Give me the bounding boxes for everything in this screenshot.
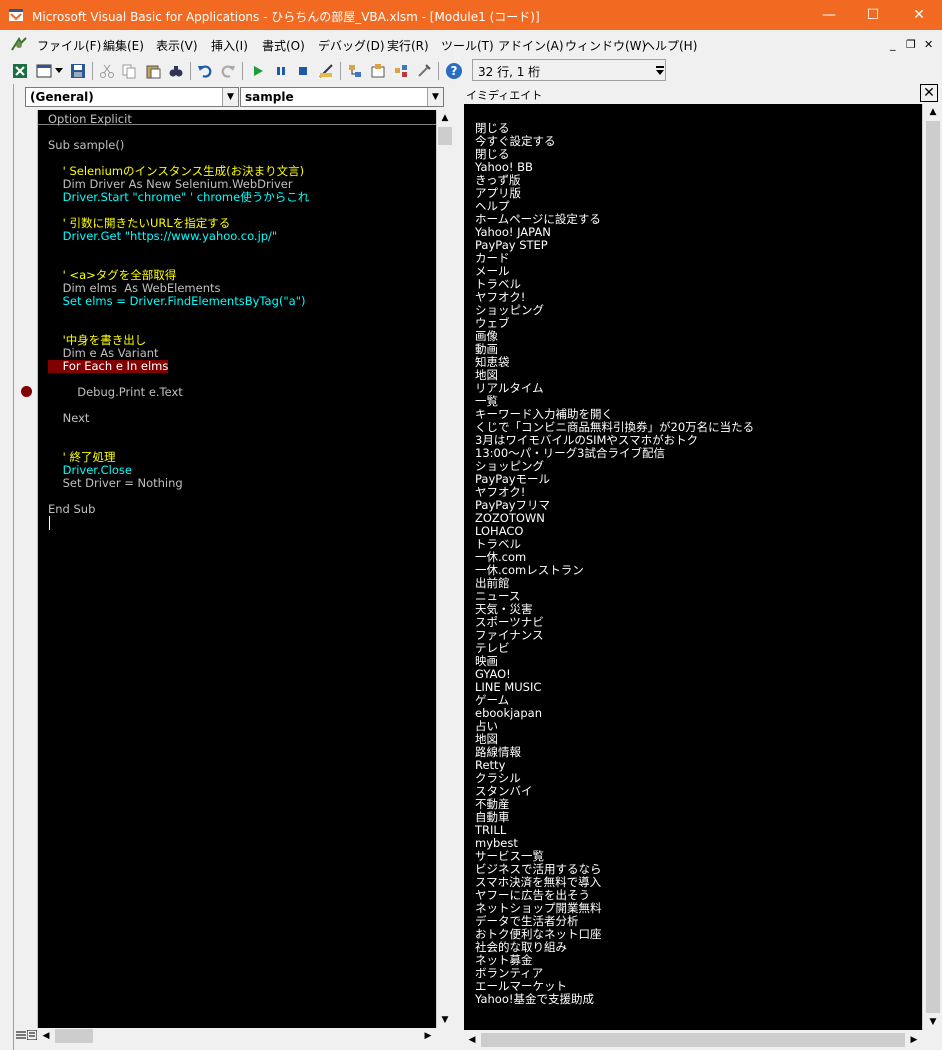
scroll-down-icon[interactable]: ▼ xyxy=(437,1012,453,1028)
breakpoint-margin[interactable] xyxy=(14,110,38,1028)
toolbar-separator xyxy=(438,62,439,80)
code-vertical-scrollbar[interactable]: ▲ ▼ xyxy=(436,110,453,1028)
reset-icon[interactable] xyxy=(293,61,313,81)
copy-icon[interactable] xyxy=(119,61,139,81)
immediate-horizontal-scrollbar[interactable]: ◀ ▶ xyxy=(464,1030,922,1050)
dropdown-arrow-icon[interactable] xyxy=(54,61,64,81)
full-module-view-icon[interactable] xyxy=(26,1028,38,1042)
object-combo-value: (General) xyxy=(30,90,94,104)
immediate-output-line: Yahoo!基金で支援助成 xyxy=(475,992,594,1006)
run-icon[interactable] xyxy=(248,61,268,81)
code-editor[interactable]: Option Explicit Sub sample() ' Seleniumのイ… xyxy=(38,110,436,1028)
menu-help[interactable]: ヘルプ(H) xyxy=(643,37,697,54)
menu-bar: ファイル(F) 編集(E) 表示(V) 挿入(I) 書式(O) デバッグ(D) … xyxy=(0,30,942,58)
immediate-window-header: イミディエイト ✕ xyxy=(464,84,942,104)
title-bar: Microsoft Visual Basic for Applications … xyxy=(0,0,942,30)
menu-tools[interactable]: ツール(T) xyxy=(441,37,494,54)
maximize-button[interactable]: ☐ xyxy=(850,0,896,30)
procedure-combo-value: sample xyxy=(245,90,294,104)
menu-file[interactable]: ファイル(F) xyxy=(37,37,101,54)
left-dock-strip xyxy=(0,84,14,1050)
code-horizontal-scrollbar[interactable]: ◀ ▶ xyxy=(38,1028,436,1044)
close-button[interactable]: ✕ xyxy=(896,0,942,30)
code-window: (General) ▼ sample ▼ Option Explicit Sub … xyxy=(14,84,460,1050)
code-line[interactable]: Next xyxy=(48,412,90,425)
paste-icon[interactable] xyxy=(143,61,163,81)
toolbar-separator xyxy=(92,62,93,80)
menu-edit[interactable]: 編集(E) xyxy=(103,37,144,54)
mdi-close-button[interactable]: ✕ xyxy=(924,38,933,51)
scroll-down-icon[interactable]: ▼ xyxy=(925,1014,941,1030)
text-caret xyxy=(49,516,50,530)
code-line[interactable]: End Sub xyxy=(48,503,95,516)
scroll-thumb[interactable] xyxy=(926,121,940,1013)
scroll-right-icon[interactable]: ▶ xyxy=(906,1032,922,1048)
excel-view-icon[interactable] xyxy=(10,61,30,81)
vba-module-icon[interactable] xyxy=(10,36,28,52)
scroll-thumb[interactable] xyxy=(55,1029,93,1043)
menu-run[interactable]: 実行(R) xyxy=(387,37,429,54)
mdi-restore-button[interactable]: ❐ xyxy=(906,38,916,51)
chevron-down-icon[interactable]: ▼ xyxy=(427,88,443,106)
toolbar-separator xyxy=(242,62,243,80)
immediate-close-button[interactable]: ✕ xyxy=(920,84,938,102)
procedure-view-icon[interactable] xyxy=(16,1028,26,1042)
redo-icon[interactable] xyxy=(218,61,238,81)
immediate-window-title: イミディエイト xyxy=(466,89,543,102)
undo-icon[interactable] xyxy=(195,61,215,81)
code-line-breakpoint[interactable]: For Each e In elms xyxy=(48,360,169,373)
immediate-vertical-scrollbar[interactable]: ▲ ▼ xyxy=(922,104,942,1030)
menu-window[interactable]: ウィンドウ(W) xyxy=(565,37,646,54)
cursor-position-text: 32 行, 1 桁 xyxy=(478,65,541,79)
find-icon[interactable] xyxy=(166,61,186,81)
design-mode-icon[interactable] xyxy=(316,61,336,81)
properties-window-icon[interactable] xyxy=(368,61,388,81)
cursor-position-display: 32 行, 1 桁 xyxy=(472,59,666,81)
chevron-down-icon[interactable]: ▼ xyxy=(222,88,238,106)
code-line[interactable]: Debug.Print e.Text xyxy=(48,386,183,399)
menu-addins[interactable]: アドイン(A) xyxy=(498,37,564,54)
menu-view[interactable]: 表示(V) xyxy=(156,37,198,54)
object-browser-icon[interactable] xyxy=(391,61,411,81)
scroll-left-icon[interactable]: ◀ xyxy=(38,1028,54,1044)
toolbar-overflow-icon[interactable] xyxy=(654,61,666,81)
scroll-right-icon[interactable]: ▶ xyxy=(420,1028,436,1044)
code-line[interactable]: Driver.Start "chrome" ' chrome使うからこれ xyxy=(48,191,310,204)
code-line[interactable]: Driver.Get "https://www.yahoo.co.jp/" xyxy=(48,230,278,243)
cut-icon[interactable] xyxy=(97,61,117,81)
immediate-window-output[interactable]: 閉じる 今すぐ設定する 閉じる Yahoo! BB きっず版 アプリ版 ヘルプ ホームページに… xyxy=(464,104,922,1030)
code-line[interactable]: Set Driver = Nothing xyxy=(48,477,183,490)
vba-app-icon xyxy=(9,9,23,21)
object-combo[interactable]: (General) ▼ xyxy=(25,87,239,107)
save-icon[interactable] xyxy=(68,61,88,81)
menu-debug[interactable]: デバッグ(D) xyxy=(318,37,385,54)
svg-text:?: ? xyxy=(451,64,458,78)
scroll-thumb[interactable] xyxy=(481,1033,905,1047)
toolbar-separator xyxy=(340,62,341,80)
help-icon[interactable]: ? xyxy=(444,61,464,81)
code-line[interactable]: Set elms = Driver.FindElementsByTag("a") xyxy=(48,295,306,308)
procedure-combo[interactable]: sample ▼ xyxy=(240,87,444,107)
scroll-left-icon[interactable]: ◀ xyxy=(464,1032,480,1048)
scroll-thumb[interactable] xyxy=(438,127,452,145)
break-icon[interactable] xyxy=(271,61,291,81)
breakpoint-icon[interactable] xyxy=(21,386,32,397)
toolbox-icon[interactable] xyxy=(414,61,434,81)
insert-userform-icon[interactable] xyxy=(34,61,54,81)
scroll-up-icon[interactable]: ▲ xyxy=(925,104,941,120)
menu-insert[interactable]: 挿入(I) xyxy=(211,37,248,54)
menu-format[interactable]: 書式(O) xyxy=(262,37,305,54)
standard-toolbar: ? 32 行, 1 桁 xyxy=(0,58,942,84)
toolbar-separator xyxy=(190,62,191,80)
mdi-minimize-button[interactable]: _ xyxy=(890,38,896,51)
scroll-up-icon[interactable]: ▲ xyxy=(437,110,453,126)
project-explorer-icon[interactable] xyxy=(345,61,365,81)
minimize-button[interactable]: — xyxy=(806,0,852,30)
window-title: Microsoft Visual Basic for Applications … xyxy=(32,10,540,24)
code-line[interactable]: Sub sample() xyxy=(48,139,124,152)
code-line[interactable]: Option Explicit xyxy=(48,113,132,126)
